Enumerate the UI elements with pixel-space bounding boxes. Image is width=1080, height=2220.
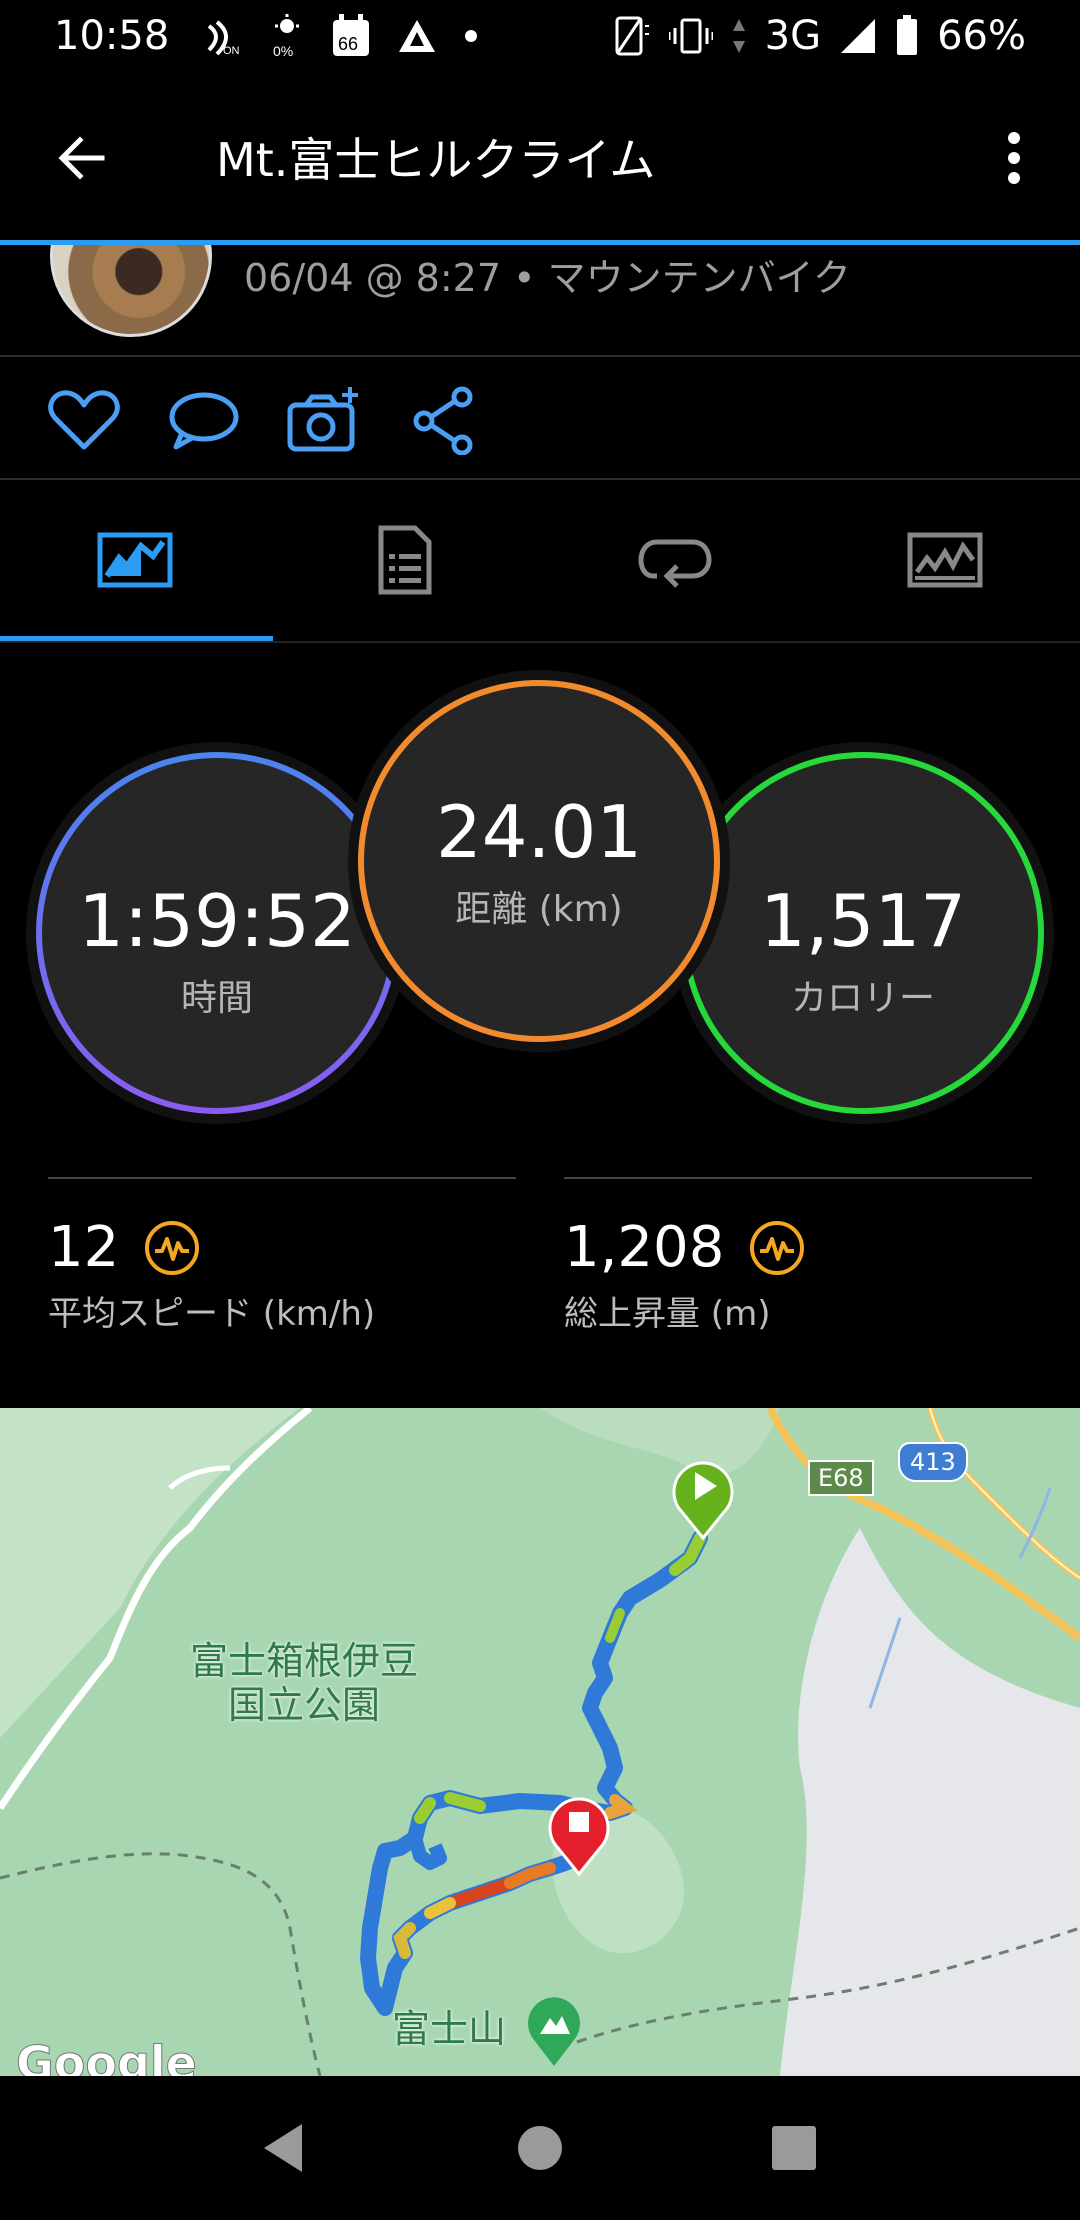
app-bar: Mt.富士ヒルクライム — [0, 72, 1080, 240]
avg-speed-label: 平均スピード (km/h) — [48, 1294, 376, 1334]
route-end-marker-icon[interactable] — [544, 1788, 614, 1878]
share-icon[interactable] — [406, 385, 482, 455]
elevation-gain-value: 1,208 — [564, 1215, 725, 1280]
brightness-label: 0% — [273, 43, 293, 58]
divider — [564, 1177, 1032, 1179]
route-map[interactable]: 富士箱根伊豆 国立公園 富士山 E68 413 Google — [0, 1408, 1080, 2076]
elevation-gain-label: 総上昇量 (m) — [564, 1294, 771, 1334]
document-list-icon — [378, 525, 432, 595]
signal-icon — [839, 17, 877, 55]
vibrate-icon — [668, 16, 713, 56]
page-title: Mt.富士ヒルクライム — [216, 133, 656, 187]
activity-header: 06/04 @ 8:27 • マウンテンバイク — [0, 245, 1080, 355]
calories-stat-circle: 1,517 カロリー — [672, 742, 1054, 1124]
system-nav-bar — [0, 2076, 1080, 2220]
svg-text:ON: ON — [223, 45, 240, 56]
distance-stat-circle: 24.01 距離 (km) — [348, 670, 730, 1052]
status-time: 10:58 — [54, 13, 170, 59]
calendar-day: 66 — [338, 34, 358, 54]
nav-recents-icon[interactable] — [762, 2116, 826, 2180]
calories-value: 1,517 — [759, 879, 967, 963]
time-value: 1:59:52 — [78, 879, 356, 963]
like-heart-icon[interactable] — [46, 385, 122, 455]
loop-arrow-icon — [638, 539, 712, 588]
performance-badge-icon[interactable] — [748, 1219, 806, 1277]
calendar-icon: 66 — [331, 14, 371, 58]
battery-percent: 66% — [937, 13, 1026, 59]
battery-icon — [895, 15, 919, 57]
google-logo: Google — [16, 2036, 198, 2077]
status-bar: 10:58 ON 0% 66 3G 66% — [0, 0, 1080, 72]
road-sign-413: 413 — [898, 1442, 968, 1482]
mountain-marker-icon[interactable] — [520, 1986, 588, 2070]
park-label-line1: 富士箱根伊豆 — [190, 1639, 419, 1683]
tab-bar — [0, 480, 1080, 640]
dot-icon — [463, 28, 479, 44]
park-label: 富士箱根伊豆 国立公園 — [190, 1639, 419, 1727]
comment-bubble-icon[interactable] — [166, 385, 242, 455]
action-bar — [0, 357, 1080, 477]
performance-badge-icon[interactable] — [143, 1219, 201, 1277]
road-sign-e68: E68 — [808, 1460, 874, 1496]
activity-meta: 06/04 @ 8:27 • マウンテンバイク — [244, 256, 851, 300]
tab-laps[interactable] — [540, 480, 810, 640]
nav-home-icon[interactable] — [508, 2116, 572, 2180]
time-stat-circle: 1:59:52 時間 — [26, 742, 408, 1124]
tab-details[interactable] — [270, 480, 540, 640]
divider — [48, 1177, 516, 1179]
calories-label: カロリー — [790, 978, 935, 1019]
app-notification-icon — [397, 18, 437, 54]
data-arrows-icon — [731, 17, 747, 55]
park-label-line2: 国立公園 — [228, 1682, 381, 1727]
avg-speed-value: 12 — [48, 1215, 120, 1280]
back-arrow-icon[interactable] — [52, 128, 112, 188]
distance-value: 24.01 — [435, 790, 643, 874]
brightness-icon: 0% — [269, 14, 305, 58]
overview-tab-icon — [97, 532, 173, 588]
tab-overview[interactable] — [0, 480, 270, 640]
mountain-label: 富士山 — [392, 2007, 507, 2051]
avg-speed-stat: 12 平均スピード (km/h) — [48, 1215, 375, 1335]
distance-label: 距離 (km) — [455, 889, 623, 930]
more-options-icon[interactable] — [988, 128, 1040, 188]
nav-back-icon[interactable] — [252, 2116, 316, 2180]
tab-charts[interactable] — [810, 480, 1080, 640]
route-start-marker-icon[interactable] — [668, 1452, 738, 1542]
map-background — [0, 1408, 1080, 2076]
no-sim-icon — [613, 14, 651, 58]
divider — [0, 641, 1080, 643]
network-type: 3G — [764, 13, 822, 59]
chart-icon — [907, 532, 983, 588]
elevation-gain-stat: 1,208 総上昇量 (m) — [564, 1215, 806, 1335]
avatar[interactable] — [50, 245, 212, 337]
add-photo-camera-icon[interactable] — [286, 385, 362, 455]
time-label: 時間 — [180, 978, 253, 1019]
nfc-on-icon: ON — [203, 16, 243, 56]
